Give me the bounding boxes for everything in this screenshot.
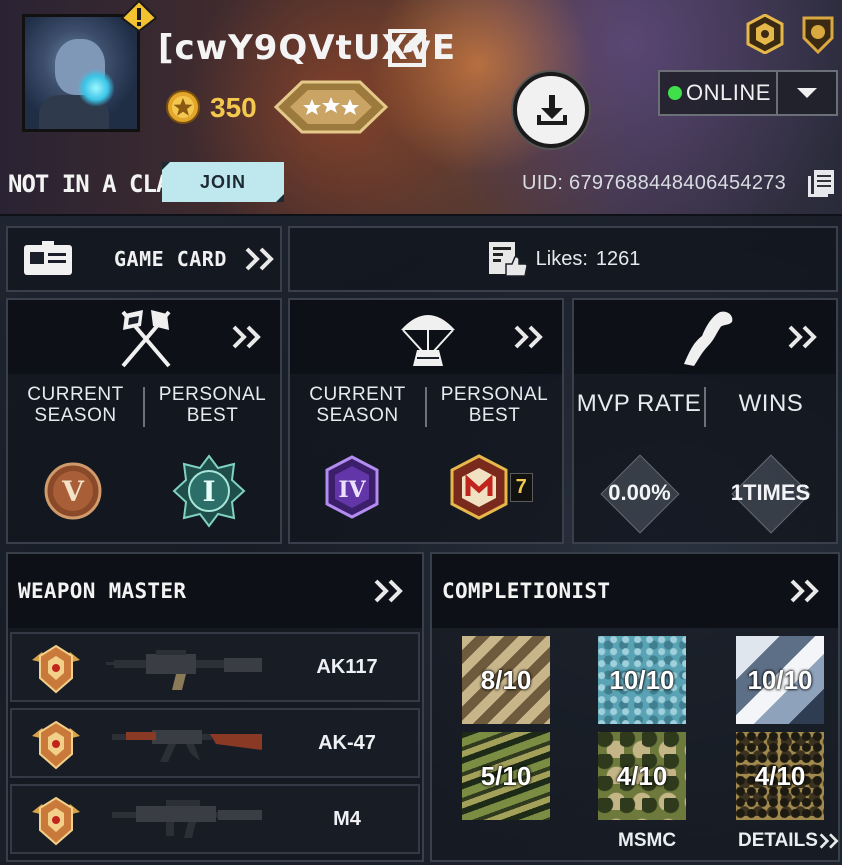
performance-header[interactable] <box>574 300 836 374</box>
weapon-master-title: WEAPON MASTER <box>18 579 187 603</box>
completionist-title: COMPLETIONIST <box>442 579 611 603</box>
mp-ranked-header[interactable] <box>8 300 280 374</box>
coin-count: 350 <box>210 92 257 123</box>
current-rank-numeral: V <box>61 475 85 508</box>
uid-text: UID: 6797688448406454273 <box>522 172 787 194</box>
online-dot-icon <box>668 86 682 100</box>
double-chevron-right-icon <box>245 247 274 271</box>
camo-tile[interactable]: 4/10 <box>598 732 686 820</box>
personal-best-label: PERSONAL BEST <box>158 384 267 426</box>
camo-tile[interactable]: 10/10 <box>598 636 686 724</box>
details-link[interactable]: DETAILS <box>738 830 842 852</box>
chevron-down-icon[interactable] <box>778 72 836 114</box>
weapon-row[interactable]: AK117 <box>10 632 420 702</box>
rank-stars-icon <box>273 80 389 134</box>
download-button[interactable] <box>513 72 589 148</box>
warning-icon[interactable] <box>121 0 157 32</box>
profile-screen: [cwY9QVtUXvE 350 ONLINE NOT IN A CLAN JO… <box>0 0 842 865</box>
double-chevron-right-icon <box>232 325 261 349</box>
weapon-mastery-badge-icon <box>32 720 80 770</box>
clan-medal-icon[interactable] <box>800 14 836 54</box>
crossed-flags-icon <box>121 310 171 368</box>
best-rank-count: 7 <box>509 472 533 502</box>
status-text: ONLINE <box>686 80 771 105</box>
download-icon <box>537 95 567 125</box>
status-selected[interactable]: ONLINE <box>660 72 778 114</box>
double-chevron-right-icon <box>788 325 817 349</box>
details-label: DETAILS <box>738 830 818 851</box>
double-chevron-right-icon <box>374 579 403 603</box>
completionist-panel[interactable]: COMPLETIONIST 8/10 10/10 10/10 5/10 4/10… <box>430 552 840 862</box>
copy-icon[interactable] <box>805 167 837 199</box>
camo-tile[interactable]: 5/10 <box>462 732 550 820</box>
double-chevron-right-icon <box>790 579 819 603</box>
flexed-arm-icon <box>684 311 733 366</box>
personal-best-label: PERSONAL BEST <box>440 384 549 426</box>
mp-ranked-panel[interactable]: CURRENT SEASON PERSONAL BEST V I <box>6 298 282 544</box>
br-rank-badge-icon: IV <box>325 455 379 519</box>
weapon-name: AK117 <box>316 656 378 678</box>
camo-tile[interactable]: 10/10 <box>736 636 824 724</box>
best-rank-badge-icon: I <box>172 454 245 528</box>
weapon-master-panel[interactable]: WEAPON MASTER AK117 AK-47 M4 <box>6 552 424 862</box>
likes-panel[interactable]: Likes: 1261 <box>288 226 838 292</box>
weapon-mastery-badge-icon <box>32 796 80 846</box>
mvp-rate-label: MVP RATE <box>576 390 702 417</box>
br-ranked-header[interactable] <box>290 300 562 374</box>
parachute-icon <box>401 315 455 366</box>
br-ranked-panel[interactable]: CURRENT SEASON PERSONAL BEST IV 7 <box>288 298 564 544</box>
likes-label: Likes: <box>535 247 588 270</box>
game-card-button[interactable]: GAME CARD <box>6 226 282 292</box>
mvp-rate-value: 0.00% <box>599 454 680 534</box>
status-dropdown[interactable]: ONLINE <box>658 70 838 116</box>
weapon-row[interactable]: AK-47 <box>10 708 420 778</box>
ranked-medal-icon[interactable] <box>746 14 784 54</box>
legendary-badge-icon <box>450 454 508 520</box>
game-card-label: GAME CARD <box>114 247 227 271</box>
current-season-label: CURRENT SEASON <box>309 384 406 426</box>
best-rank-numeral: I <box>202 475 215 508</box>
weapon-row[interactable]: M4 <box>10 784 420 854</box>
wins-label: WINS <box>738 390 804 417</box>
weapon-master-header[interactable]: WEAPON MASTER <box>8 554 422 628</box>
rank-badge-icon: V <box>44 462 101 520</box>
wins-value: 1TIMES <box>731 454 811 534</box>
current-season-label: CURRENT SEASON <box>27 384 124 426</box>
completionist-header[interactable]: COMPLETIONIST <box>432 554 838 628</box>
br-best-rank: 7 <box>444 454 533 520</box>
weapon-name: M4 <box>333 808 361 830</box>
edit-icon[interactable] <box>387 26 431 68</box>
ak117-rifle-icon <box>106 650 262 690</box>
br-current-rank-numeral: IV <box>339 477 367 503</box>
camo-tile[interactable]: 4/10 <box>736 732 824 820</box>
coin-icon <box>166 90 200 124</box>
weapon-mastery-badge-icon <box>32 644 80 694</box>
double-chevron-right-icon <box>819 833 839 849</box>
m4-rifle-icon <box>112 800 262 838</box>
performance-panel[interactable]: MVP RATE WINS 0.00% 1TIMES <box>572 298 838 544</box>
weapon-name: AK-47 <box>318 732 376 754</box>
ak47-rifle-icon <box>112 730 262 762</box>
likes-count: 1261 <box>595 247 641 270</box>
join-clan-button[interactable]: JOIN <box>162 162 284 202</box>
clan-status: NOT IN A CLAN <box>8 170 184 198</box>
profile-header: [cwY9QVtUXvE 350 ONLINE NOT IN A CLAN JO… <box>0 0 842 216</box>
likes-icon <box>488 242 528 277</box>
double-chevron-right-icon <box>514 325 543 349</box>
game-card-icon <box>24 241 72 275</box>
camo-tile[interactable]: 8/10 <box>462 636 550 724</box>
msmc-label: MSMC <box>618 830 677 851</box>
